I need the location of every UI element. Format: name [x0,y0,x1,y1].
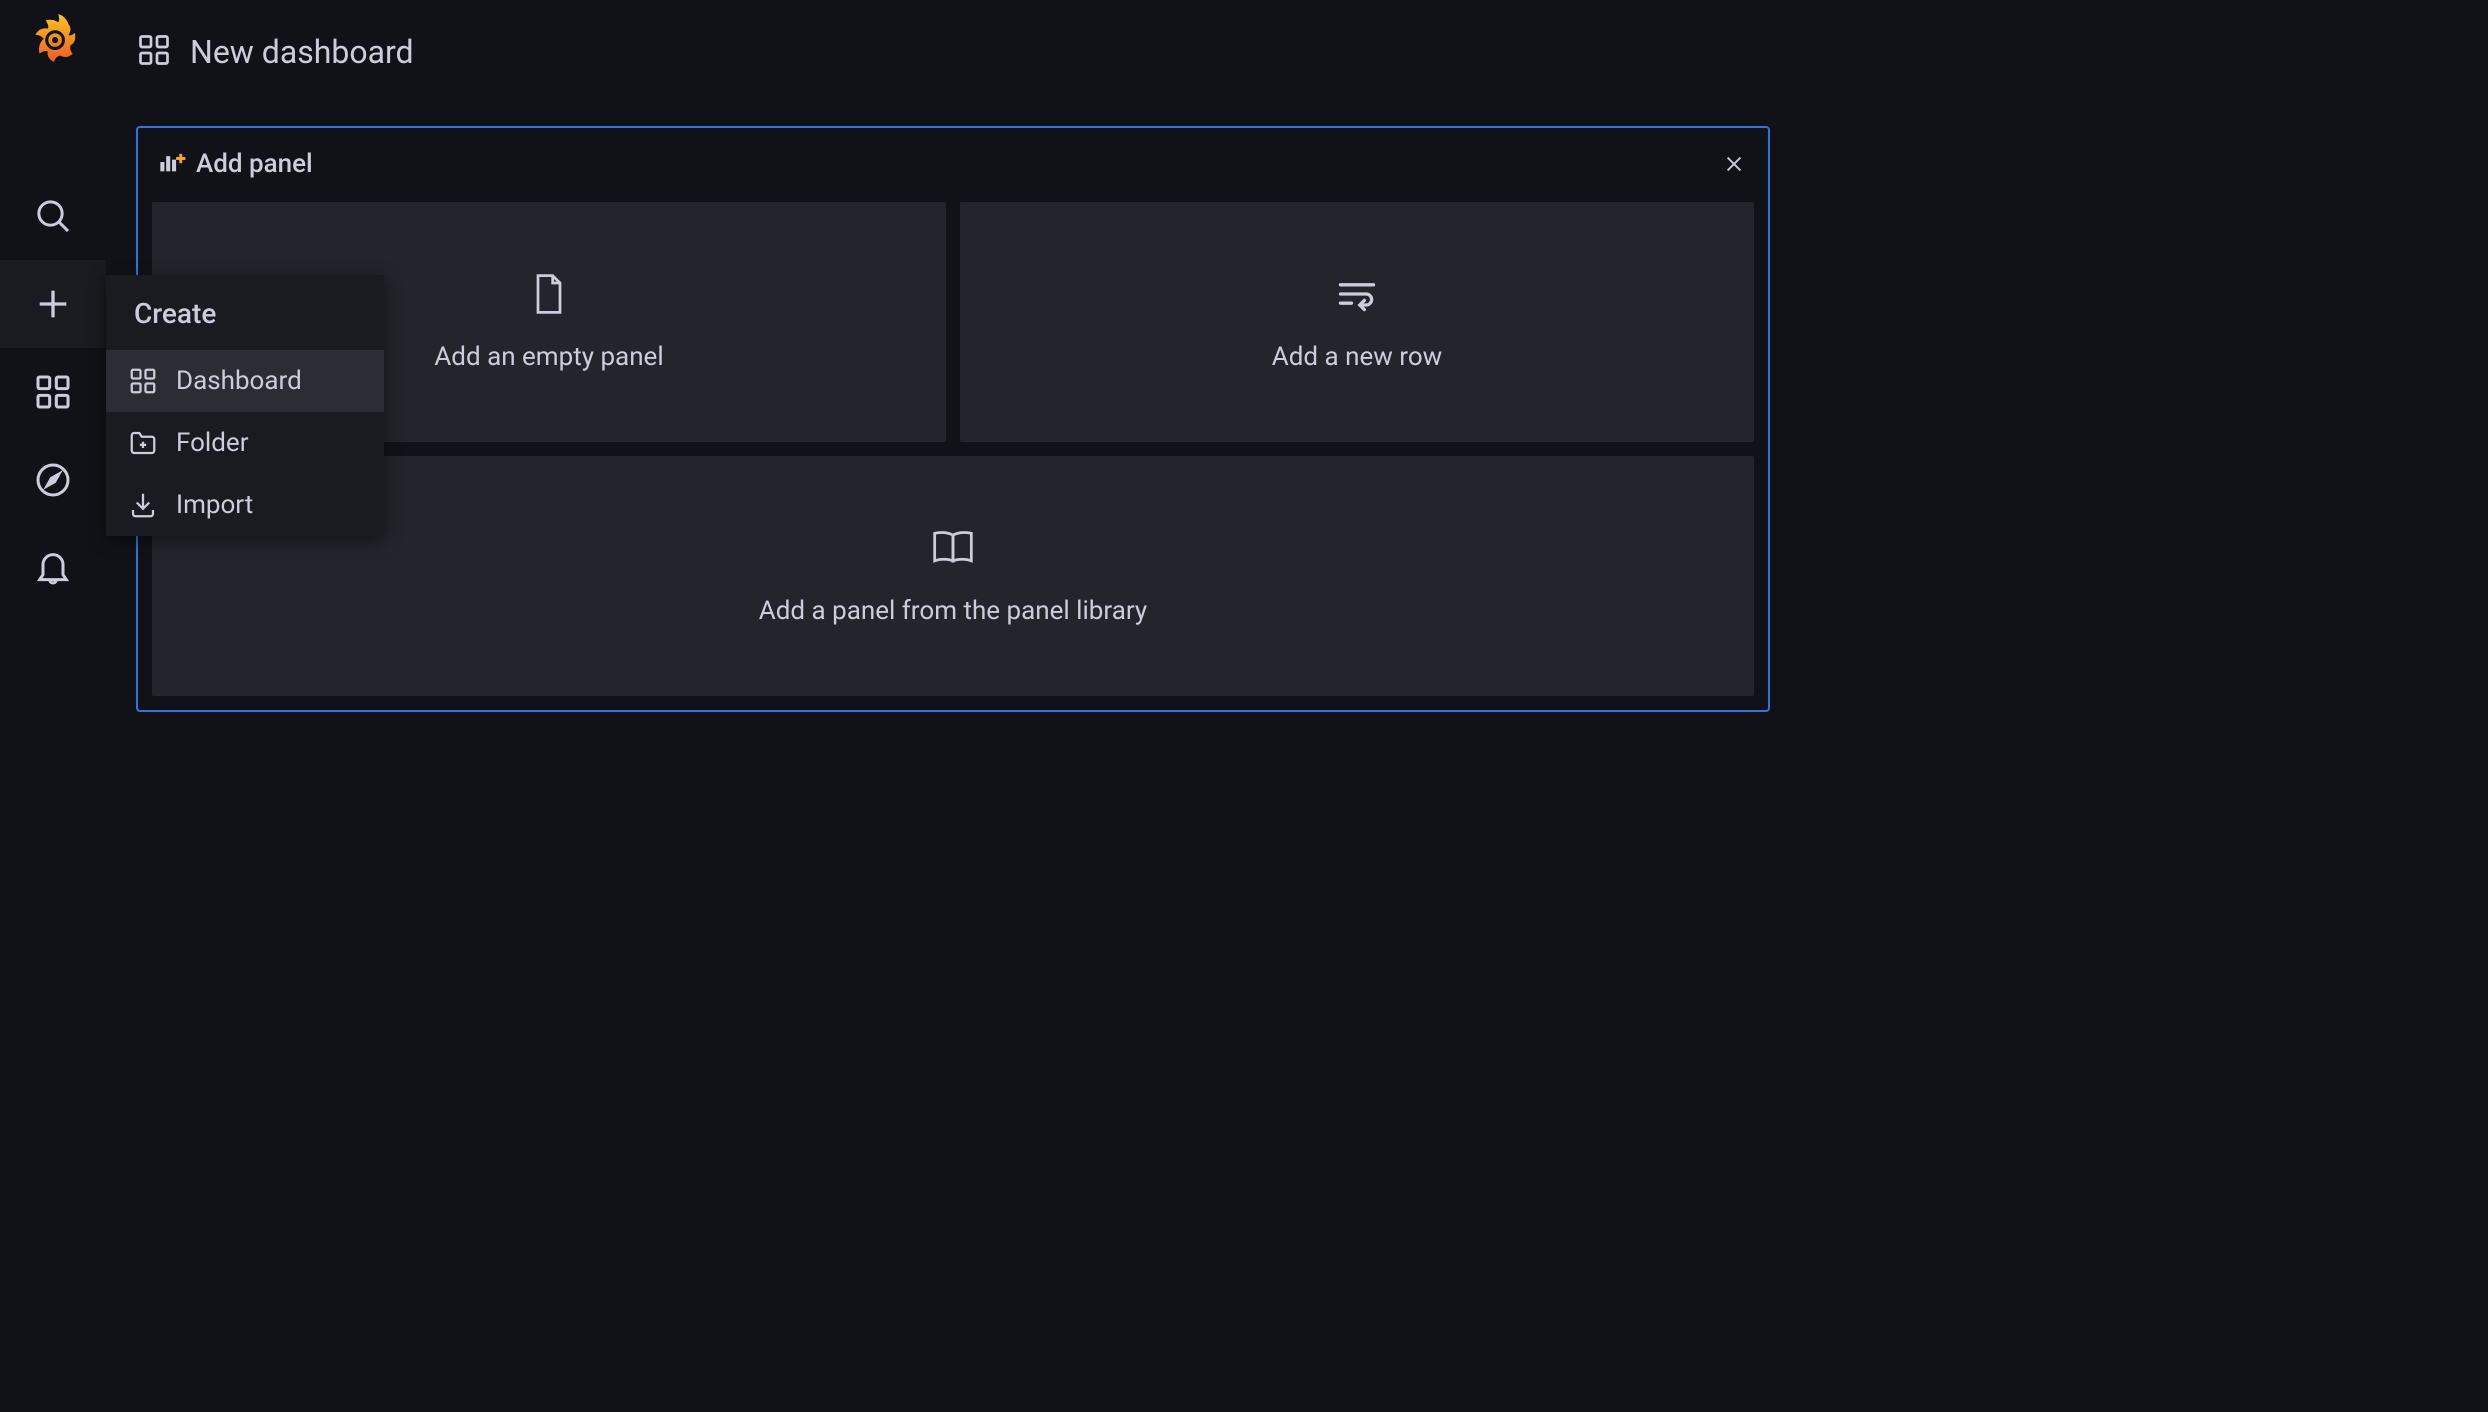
create-folder-label: Folder [176,428,249,458]
create-import-item[interactable]: Import [106,474,384,536]
page-title: New dashboard [190,33,414,71]
sidebar-search[interactable] [0,172,106,260]
plus-icon [33,284,73,324]
apps-icon [33,372,73,412]
sidebar [0,0,106,1412]
sidebar-dashboards[interactable] [0,348,106,436]
wrap-text-icon [1335,272,1379,320]
dashboard-icon [136,32,172,72]
folder-plus-icon [128,428,158,458]
sidebar-create[interactable] [0,260,106,348]
add-panel-library-label: Add a panel from the panel library [759,596,1147,626]
compass-icon [33,460,73,500]
add-new-row-button[interactable]: Add a new row [960,202,1754,442]
add-panel-header-left: Add panel [158,148,313,180]
create-menu-title[interactable]: Create [106,275,384,350]
close-icon [1723,153,1745,175]
sidebar-alerting[interactable] [0,524,106,612]
main-content: New dashboard Add panel [106,0,2488,1412]
add-panel-library-button[interactable]: Add a panel from the panel library [152,456,1754,696]
create-import-label: Import [176,490,253,520]
apps-icon [128,366,158,396]
add-new-row-label: Add a new row [1272,342,1442,372]
create-flyout-menu: Create Dashboard Folder Import [106,275,384,536]
book-open-icon [931,526,975,574]
grafana-logo[interactable] [27,12,79,64]
add-panel-icon [158,148,186,180]
page-header: New dashboard [136,32,2458,72]
search-icon [33,196,73,236]
add-panel-header: Add panel [152,140,1754,188]
create-folder-item[interactable]: Folder [106,412,384,474]
add-panel-title: Add panel [196,149,313,179]
create-dashboard-item[interactable]: Dashboard [106,350,384,412]
import-icon [128,490,158,520]
grafana-logo-icon [27,12,79,64]
panel-options-row: Add an empty panel Add a new row [152,202,1754,442]
file-icon [527,272,571,320]
add-empty-panel-label: Add an empty panel [434,342,663,372]
sidebar-explore[interactable] [0,436,106,524]
create-dashboard-label: Dashboard [176,366,302,396]
bell-icon [33,548,73,588]
close-add-panel-button[interactable] [1720,150,1748,178]
